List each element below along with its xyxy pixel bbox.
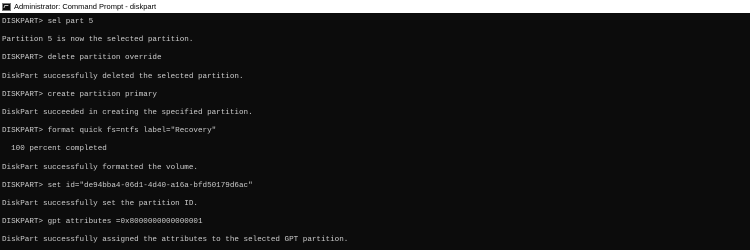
console-output[interactable]: DISKPART> sel part 5 Partition 5 is now … bbox=[0, 13, 750, 250]
console-line: Partition 5 is now the selected partitio… bbox=[2, 36, 194, 45]
console-line: DISKPART> delete partition override bbox=[2, 54, 162, 63]
window-title: Administrator: Command Prompt - diskpart bbox=[14, 2, 157, 11]
console-line: DISKPART> gpt attributes =0x800000000000… bbox=[2, 218, 203, 227]
console-line: DiskPart successfully assigned the attri… bbox=[2, 236, 349, 245]
console-line: DiskPart successfully set the partition … bbox=[2, 199, 198, 208]
console-line: DISKPART> format quick fs=ntfs label="Re… bbox=[2, 127, 217, 136]
console-line: DiskPart succeeded in creating the speci… bbox=[2, 108, 253, 117]
console-line: DiskPart successfully deleted the select… bbox=[2, 72, 244, 81]
command-prompt-window: Administrator: Command Prompt - diskpart… bbox=[0, 0, 750, 250]
console-line: DiskPart successfully formatted the volu… bbox=[2, 163, 198, 172]
console-line: DISKPART> sel part 5 bbox=[2, 18, 94, 26]
command-prompt-icon bbox=[2, 2, 11, 11]
console-line: 100 percent completed bbox=[2, 145, 107, 154]
console-line: DISKPART> create partition primary bbox=[2, 90, 157, 99]
console-line: DISKPART> set id="de94bba4-06d1-4d40-a16… bbox=[2, 181, 253, 190]
title-bar[interactable]: Administrator: Command Prompt - diskpart bbox=[0, 0, 750, 13]
